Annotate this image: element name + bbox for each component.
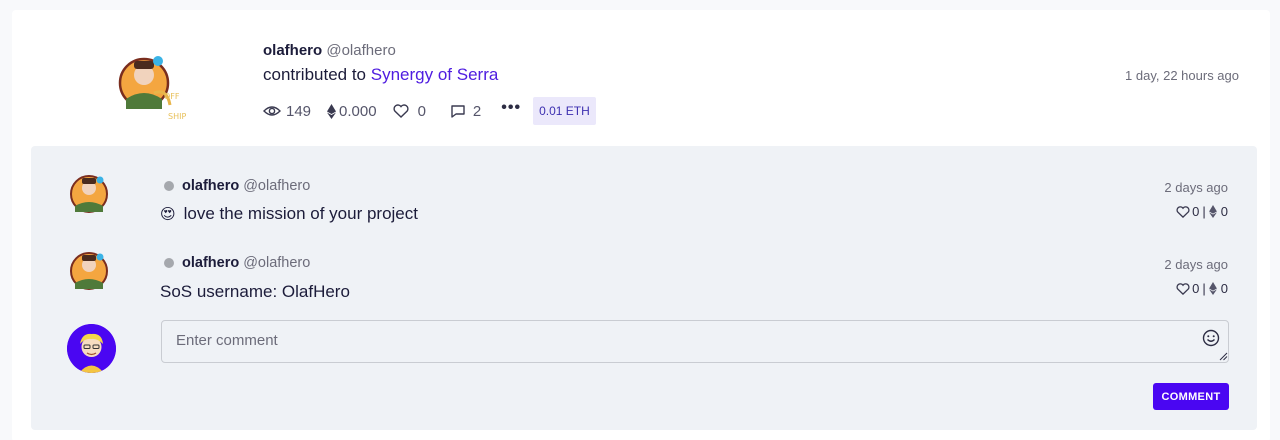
comments-count: 2 xyxy=(472,102,482,120)
post-action-line: contributed to Synergy of Serra xyxy=(263,65,498,85)
comment-author-avatar[interactable] xyxy=(69,170,109,216)
comment-handle: @olafhero xyxy=(243,178,311,194)
comment-input[interactable] xyxy=(161,320,1229,363)
comment-timestamp: 2 days ago xyxy=(1164,257,1228,272)
likes-stat[interactable]: 0 xyxy=(393,103,432,120)
post-author-avatar[interactable]: OFF SHIP xyxy=(112,43,192,123)
post-author: olafhero @olafhero xyxy=(263,42,396,59)
online-status-dot xyxy=(164,181,174,191)
eth-amount: 0.000 xyxy=(339,102,377,120)
svg-text:OFF: OFF xyxy=(164,92,180,101)
comment-username[interactable]: olafhero xyxy=(182,255,239,271)
comment-author: olafhero @olafhero xyxy=(164,255,310,271)
divider: | xyxy=(1202,281,1206,296)
ethereum-icon xyxy=(327,103,337,119)
current-user-avatar[interactable] xyxy=(67,324,116,373)
eth-contribution-badge: 0.01 ETH xyxy=(533,97,596,125)
comment-author-avatar[interactable] xyxy=(69,247,109,293)
comment-text: love the mission of your project xyxy=(183,204,418,223)
comment-author: olafhero @olafhero xyxy=(164,178,310,194)
post-action-text: contributed to xyxy=(263,65,367,84)
comments-panel: olafhero @olafhero 2 days ago 😍 love the… xyxy=(31,146,1257,430)
comment-likes: 0 xyxy=(1192,281,1200,296)
online-status-dot xyxy=(164,258,174,268)
comment-eth: 0 xyxy=(1220,281,1228,296)
comment-timestamp: 2 days ago xyxy=(1164,180,1228,195)
comment-emoji: 😍 xyxy=(160,206,176,223)
comment-body: SoS username: OlafHero xyxy=(160,282,350,302)
heart-icon[interactable] xyxy=(1176,205,1190,218)
project-link[interactable]: Synergy of Serra xyxy=(371,65,499,84)
comment-body: 😍 love the mission of your project xyxy=(160,204,418,224)
comment-username[interactable]: olafhero xyxy=(182,178,239,194)
likes-count: 0 xyxy=(417,102,426,120)
comment-likes: 0 xyxy=(1192,204,1200,219)
resize-handle-icon[interactable] xyxy=(1219,352,1228,361)
eth-stat: 0.000 xyxy=(327,103,383,120)
activity-card: OFF SHIP olafhero @olafhero contributed … xyxy=(12,10,1270,440)
ethereum-icon[interactable] xyxy=(1208,205,1217,218)
heart-icon[interactable] xyxy=(393,104,409,118)
views-count: 149 xyxy=(286,102,312,120)
post-stats: 149 0.000 0 2 ••• 0.01 ETH xyxy=(263,97,596,125)
comment-submit-button[interactable]: COMMENT xyxy=(1153,383,1229,410)
comment-bubble-icon[interactable] xyxy=(450,104,466,118)
divider: | xyxy=(1202,204,1206,219)
post-author-handle: @olafhero xyxy=(326,42,396,59)
eye-icon xyxy=(263,106,281,116)
post-timestamp: 1 day, 22 hours ago xyxy=(1125,68,1239,83)
more-options-button[interactable]: ••• xyxy=(501,99,521,117)
emoji-picker-icon[interactable] xyxy=(1202,329,1220,347)
comment-text: SoS username: OlafHero xyxy=(160,282,350,301)
comment-eth: 0 xyxy=(1220,204,1228,219)
post-author-username[interactable]: olafhero xyxy=(263,42,322,59)
ethereum-icon[interactable] xyxy=(1208,282,1217,295)
comment-handle: @olafhero xyxy=(243,255,311,271)
views-stat: 149 xyxy=(263,103,317,120)
heart-icon[interactable] xyxy=(1176,282,1190,295)
comments-stat[interactable]: 2 xyxy=(450,103,487,120)
comment-reactions: 0 | 0 xyxy=(1176,204,1228,219)
svg-text:SHIP: SHIP xyxy=(168,112,186,121)
comment-reactions: 0 | 0 xyxy=(1176,281,1228,296)
